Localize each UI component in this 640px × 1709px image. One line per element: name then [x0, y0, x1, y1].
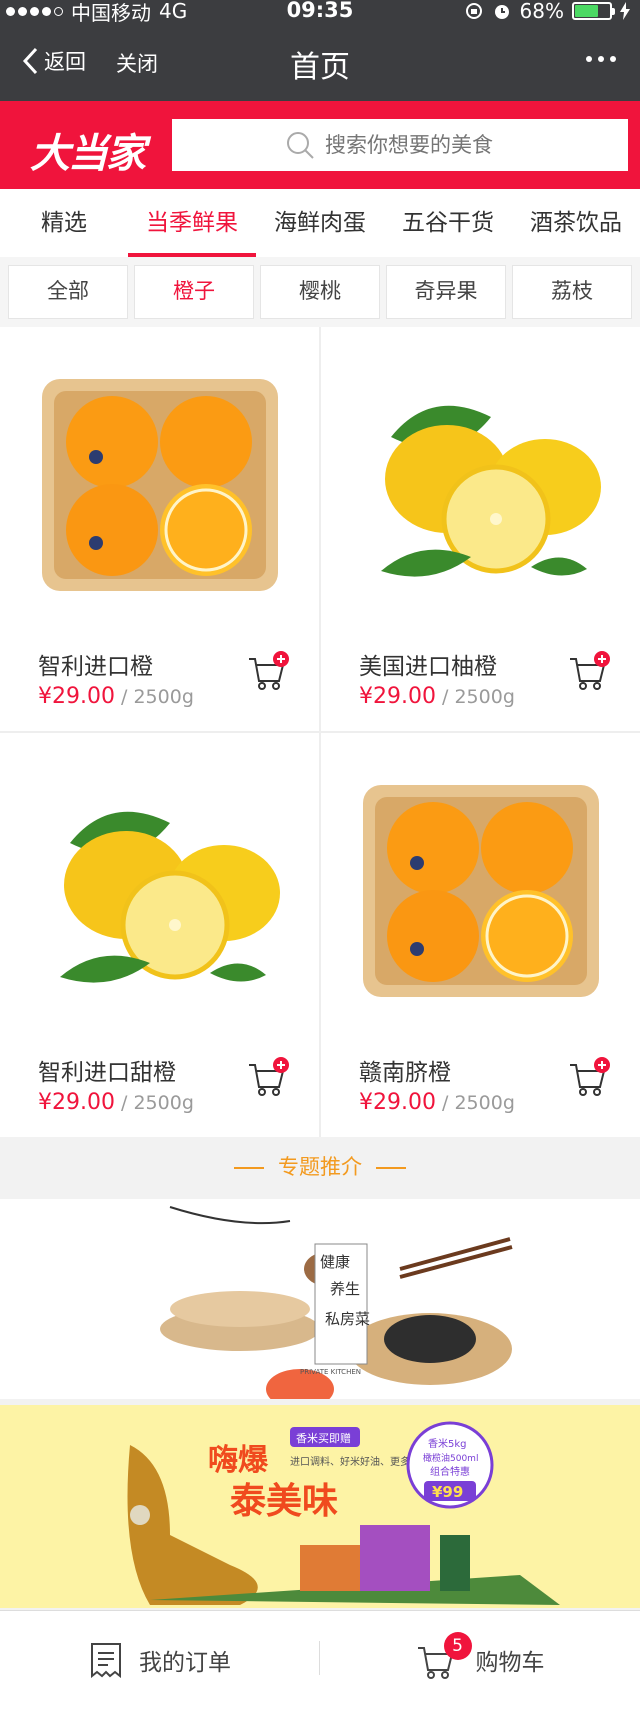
search-icon: [287, 132, 314, 159]
filter-lychee[interactable]: 荔枝: [512, 265, 632, 319]
product-price: ¥29.00 / 2500g: [38, 684, 194, 709]
battery-icon: [572, 2, 615, 20]
add-to-cart-button[interactable]: [568, 651, 610, 691]
status-bar: 中国移动 4G 09:35 68%: [0, 0, 640, 28]
oranges-in-tray-image: [363, 785, 599, 997]
promo-price: ¥99: [432, 1483, 463, 1501]
banner-artwork: 健康 养生 私房菜 PRIVATE KITCHEN: [160, 1206, 513, 1409]
banner-text-1: 健康: [320, 1253, 350, 1271]
cart-label: 购物车: [475, 1650, 545, 1676]
promo-line-3: 组合特惠: [430, 1465, 470, 1478]
cart-icon-wrap: 5: [416, 1632, 472, 1680]
thai-food-banner[interactable]: 香米买即赠 嗨爆 泰美味 进口调料、好米好油、更多美味... 香米5kg 橄榄油…: [0, 1405, 640, 1608]
promo-line-2: 橄榄油500ml: [423, 1452, 478, 1464]
search-input[interactable]: [325, 133, 515, 157]
lemons-with-leaves-image: [381, 405, 601, 577]
my-orders-label: 我的订单: [139, 1650, 231, 1676]
page-title: 首页: [290, 50, 350, 85]
product-name: 智利进口甜橙: [38, 1060, 176, 1086]
category-tabs: 精选 当季鲜果 海鲜肉蛋 五谷干货 酒茶饮品: [0, 189, 640, 257]
product-price: ¥29.00 / 2500g: [359, 1090, 515, 1115]
product-name: 智利进口橙: [38, 654, 153, 680]
filter-cherry[interactable]: 樱桃: [260, 265, 380, 319]
healthy-kitchen-banner[interactable]: 健康 养生 私房菜 PRIVATE KITCHEN: [0, 1199, 640, 1409]
banner-tag: 香米买即赠: [296, 1431, 351, 1445]
alarm-icon: [494, 5, 509, 19]
bottom-tab-bar: 我的订单 5 购物车: [0, 1610, 640, 1709]
search-box[interactable]: [172, 119, 628, 171]
cart-button[interactable]: 5 购物车: [320, 1611, 640, 1709]
rotation-lock-icon: [465, 3, 482, 19]
product-card[interactable]: 赣南脐橙 ¥29.00 / 2500g: [321, 733, 640, 1137]
banner-text-3: 私房菜: [325, 1310, 370, 1328]
cart-count-badge: 5: [443, 1632, 472, 1660]
banner-headline-1: 嗨爆: [208, 1443, 269, 1478]
my-orders-button[interactable]: 我的订单: [0, 1611, 320, 1709]
more-button[interactable]: [586, 56, 616, 62]
receipt-icon: [91, 1643, 121, 1678]
banner-text-2: 养生: [330, 1280, 360, 1298]
banner-artwork: 香米买即赠 嗨爆 泰美味 进口调料、好米好油、更多美味... 香米5kg 橄榄油…: [127, 1421, 560, 1605]
filter-all[interactable]: 全部: [8, 265, 128, 319]
add-to-cart-button[interactable]: [247, 651, 289, 691]
tab-drinks[interactable]: 酒茶饮品: [512, 189, 640, 257]
banner-headline-2: 泰美味: [230, 1481, 338, 1522]
add-to-cart-button[interactable]: [247, 1057, 289, 1097]
oranges-in-tray-image: [42, 379, 278, 591]
tab-featured[interactable]: 精选: [0, 189, 128, 257]
divider-line: [376, 1167, 406, 1169]
product-name: 赣南脐橙: [359, 1060, 451, 1086]
tab-grains-dry-goods[interactable]: 五谷干货: [384, 189, 512, 257]
battery-percent: 68%: [519, 0, 564, 23]
product-price: ¥29.00 / 2500g: [359, 684, 515, 709]
brand-logo[interactable]: 大当家: [30, 121, 146, 179]
charging-icon: [620, 2, 630, 20]
tab-seasonal-fruit[interactable]: 当季鲜果: [128, 189, 256, 257]
promo-line-1: 香米5kg: [428, 1437, 467, 1450]
topic-section-title: 专题推介: [0, 1137, 640, 1197]
banner-text-4: PRIVATE KITCHEN: [300, 1368, 361, 1376]
product-name: 美国进口柚橙: [359, 654, 497, 680]
top-bar: 中国移动 4G 09:35 68% 返回 关闭 首页: [0, 0, 640, 101]
filter-orange[interactable]: 橙子: [134, 265, 254, 319]
divider-line: [234, 1167, 264, 1169]
product-card[interactable]: 智利进口甜橙 ¥29.00 / 2500g: [0, 733, 319, 1137]
nav-bar: 返回 关闭 首页: [0, 30, 640, 98]
product-card[interactable]: 美国进口柚橙 ¥29.00 / 2500g: [321, 327, 640, 731]
lemons-with-leaves-image: [60, 811, 280, 983]
brand-header: 大当家: [0, 101, 640, 189]
product-price: ¥29.00 / 2500g: [38, 1090, 194, 1115]
add-to-cart-button[interactable]: [568, 1057, 610, 1097]
tab-seafood-meat-eggs[interactable]: 海鲜肉蛋: [256, 189, 384, 257]
product-card[interactable]: 智利进口橙 ¥29.00 / 2500g: [0, 327, 319, 731]
subcategory-filters: 全部 橙子 樱桃 奇异果 荔枝: [0, 257, 640, 327]
filter-kiwi[interactable]: 奇异果: [386, 265, 506, 319]
product-grid: 智利进口橙 ¥29.00 / 2500g 美国进口柚橙 ¥29.00 / 250…: [0, 327, 640, 1137]
